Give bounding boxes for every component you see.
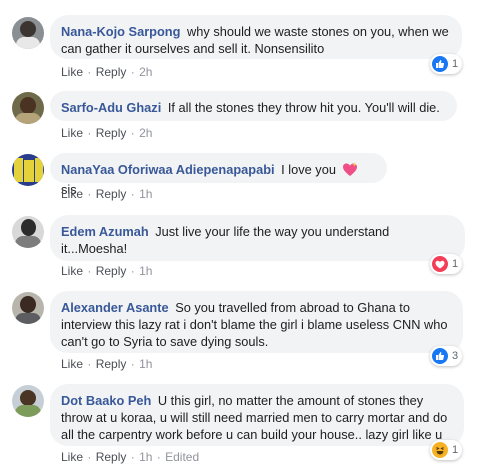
comment-author[interactable]: Alexander Asante — [61, 300, 169, 315]
reply-button[interactable]: Reply — [96, 450, 127, 464]
reaction-badge[interactable]: 1 — [430, 440, 463, 460]
comment-bubble: Dot Baako Peh U this girl, no matter the… — [50, 384, 464, 446]
comment-author[interactable]: Dot Baako Peh — [61, 393, 151, 408]
comment-bubble: Alexander Asante So you travelled from a… — [50, 291, 463, 353]
reaction-badge[interactable]: 3 — [430, 346, 463, 366]
avatar[interactable] — [12, 216, 44, 248]
haha-icon — [432, 442, 448, 458]
separator: · — [87, 187, 92, 201]
avatar[interactable] — [12, 154, 44, 186]
comment-text: If all the stones they throw hit you. Yo… — [167, 100, 440, 115]
comment-actions: Like · Reply · 1h — [61, 357, 152, 371]
separator: · — [87, 450, 92, 464]
comment-author[interactable]: Sarfo-Adu Ghazi — [61, 100, 161, 115]
separator: · — [156, 450, 161, 464]
separator: · — [87, 264, 92, 278]
comment-timestamp[interactable]: 2h — [139, 126, 152, 140]
comment-timestamp[interactable]: 1h — [139, 357, 152, 371]
separator: · — [130, 450, 135, 464]
comment-author[interactable]: NanaYaa Oforiwaa Adiepenapapabi — [61, 162, 275, 177]
like-button[interactable]: Like — [61, 450, 83, 464]
like-button[interactable]: Like — [61, 187, 83, 201]
comment-bubble: Sarfo-Adu Ghazi If all the stones they t… — [50, 91, 457, 121]
reaction-count: 1 — [452, 258, 459, 270]
comment-timestamp[interactable]: 1h — [139, 187, 152, 201]
avatar[interactable] — [12, 92, 44, 124]
comment-timestamp[interactable]: 1h — [139, 450, 152, 464]
reply-button[interactable]: Reply — [96, 187, 127, 201]
like-button[interactable]: Like — [61, 65, 83, 79]
comment-text: I love you — [281, 162, 336, 177]
avatar[interactable] — [12, 385, 44, 417]
reply-button[interactable]: Reply — [96, 357, 127, 371]
separator: · — [130, 187, 135, 201]
separator: · — [130, 264, 135, 278]
separator: · — [130, 126, 135, 140]
like-button[interactable]: Like — [61, 357, 83, 371]
like-icon — [432, 56, 448, 72]
comment-actions: Like · Reply · 1h — [61, 187, 152, 201]
comment-bubble: NanaYaa Oforiwaa Adiepenapapabi I love y… — [50, 153, 387, 197]
comment-bubble: Edem Azumah Just live your life the way … — [50, 215, 465, 261]
reaction-count: 3 — [452, 350, 459, 362]
comment-author[interactable]: Edem Azumah — [61, 224, 149, 239]
comment-author[interactable]: Nana-Kojo Sarpong — [61, 24, 180, 39]
separator: · — [130, 65, 135, 79]
like-button[interactable]: Like — [61, 126, 83, 140]
comment-actions: Like · Reply · 1h — [61, 264, 152, 278]
like-button[interactable]: Like — [61, 264, 83, 278]
separator: · — [87, 126, 92, 140]
avatar[interactable] — [12, 17, 44, 49]
separator: · — [130, 357, 135, 371]
comment-actions: Like · Reply · 2h — [61, 65, 152, 79]
like-icon — [432, 348, 448, 364]
reaction-badge[interactable]: 1 — [430, 254, 463, 274]
avatar[interactable] — [12, 292, 44, 324]
reply-button[interactable]: Reply — [96, 264, 127, 278]
comment-actions: Like · Reply · 2h — [61, 126, 152, 140]
separator: · — [87, 65, 92, 79]
sparkling-heart-icon — [342, 162, 358, 181]
love-icon — [432, 256, 448, 272]
reaction-count: 1 — [452, 58, 459, 70]
comment-actions: Like · Reply · 1h · Edited — [61, 450, 199, 464]
reaction-count: 1 — [452, 444, 459, 456]
separator: · — [87, 357, 92, 371]
reply-button[interactable]: Reply — [96, 126, 127, 140]
reply-button[interactable]: Reply — [96, 65, 127, 79]
comment-bubble: Nana-Kojo Sarpong why should we waste st… — [50, 15, 462, 59]
edited-label[interactable]: Edited — [165, 450, 199, 464]
comment-timestamp[interactable]: 2h — [139, 65, 152, 79]
comment-timestamp[interactable]: 1h — [139, 264, 152, 278]
reaction-badge[interactable]: 1 — [430, 54, 463, 74]
